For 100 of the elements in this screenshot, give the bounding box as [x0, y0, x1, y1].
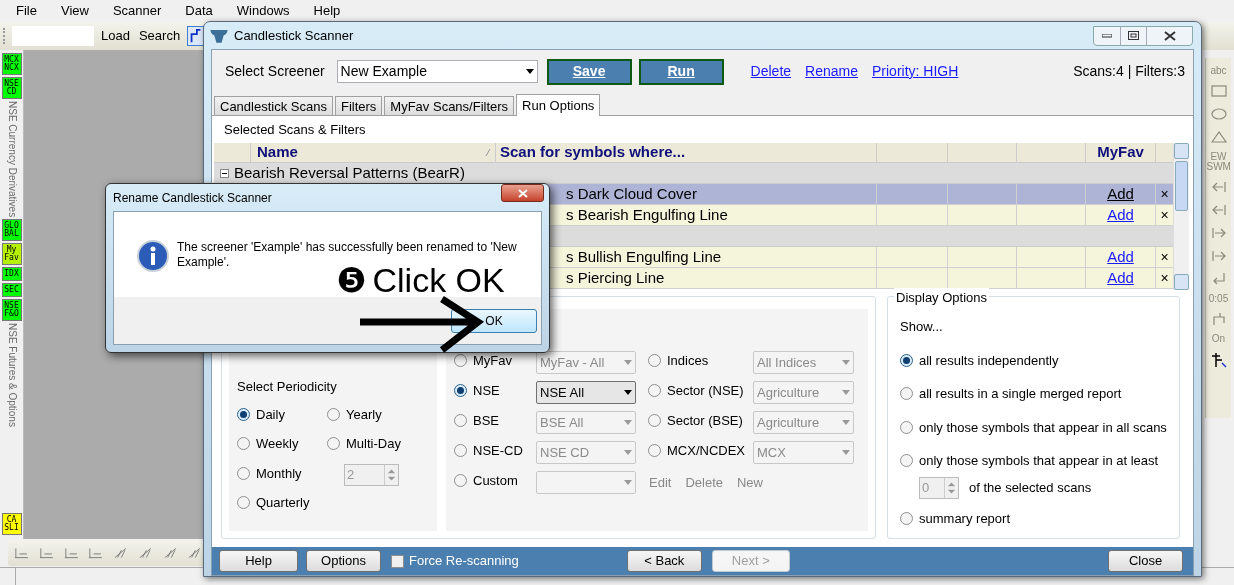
chart-tool-icon[interactable]: [113, 546, 128, 560]
radio-option[interactable]: Yearly: [327, 404, 382, 424]
sort-icon[interactable]: [485, 148, 491, 157]
chart-tool-icon[interactable]: [187, 546, 202, 560]
tab[interactable]: Run Options: [516, 94, 601, 116]
arrow-right-icon[interactable]: [1209, 248, 1228, 264]
column-header[interactable]: Name: [251, 143, 496, 162]
radio-option[interactable]: Quarterly: [237, 493, 310, 513]
add-link[interactable]: Add: [1107, 203, 1134, 227]
market-badge[interactable]: My Fav: [1, 243, 22, 266]
radio-option[interactable]: Multi-Day: [327, 434, 401, 454]
action-link[interactable]: Priority: HIGH: [872, 61, 959, 82]
action-link[interactable]: Rename: [805, 61, 858, 82]
collapse-icon[interactable]: [220, 168, 229, 178]
dropdown[interactable]: NSE All: [536, 381, 636, 404]
cursor-icon[interactable]: [1209, 351, 1228, 369]
chart-tool-icon[interactable]: [38, 546, 54, 560]
add-link[interactable]: Add: [1107, 245, 1134, 269]
chart-tool-icon[interactable]: [14, 546, 29, 560]
action-link[interactable]: Delete: [750, 61, 792, 82]
chart-tool-icon[interactable]: [63, 546, 79, 560]
menu-item[interactable]: Windows: [236, 1, 290, 21]
scrollbar[interactable]: [1173, 143, 1189, 290]
group-label: Bearish Reversal Patterns (BearR): [234, 162, 465, 183]
remove-button[interactable]: ×: [1160, 208, 1169, 222]
menu-item[interactable]: Help: [313, 1, 341, 21]
group-row[interactable]: Bearish Reversal Patterns (BearR): [214, 163, 1173, 184]
radio-option[interactable]: Weekly: [237, 434, 299, 454]
remove-button[interactable]: ×: [1160, 187, 1169, 201]
market-badge[interactable]: NSE F&O: [1, 299, 22, 322]
run-button[interactable]: Run: [638, 58, 724, 85]
spinner-label: of the selected scans: [969, 478, 1092, 497]
checkbox[interactable]: Force Re-scanning: [391, 551, 519, 571]
menu-item[interactable]: View: [60, 1, 89, 21]
table-cell-text: s Piercing Line: [566, 267, 665, 288]
toolbar-button[interactable]: Load: [99, 26, 132, 46]
toolbar-grip[interactable]: [3, 28, 7, 44]
table-cell-text: s Bullish Engulfing Line: [566, 246, 722, 267]
arrow-right-icon[interactable]: [1209, 225, 1228, 241]
radio-option[interactable]: Monthly: [237, 463, 302, 483]
radio-option[interactable]: NSE: [454, 381, 536, 401]
market-badge[interactable]: MCX NCX: [1, 53, 22, 75]
remove-button[interactable]: ×: [1160, 271, 1169, 285]
close-button[interactable]: Close: [1108, 550, 1183, 572]
add-link[interactable]: Add: [1107, 266, 1134, 290]
screener-label: Select Screener: [225, 62, 325, 81]
rectangle-icon[interactable]: [1209, 83, 1228, 99]
tab[interactable]: Filters: [334, 96, 383, 115]
help-button[interactable]: Help: [219, 550, 298, 572]
caret-icon[interactable]: [624, 390, 632, 395]
minimize-icon[interactable]: [1102, 33, 1112, 38]
menu-item[interactable]: File: [16, 1, 37, 21]
ellipse-icon[interactable]: [1209, 106, 1228, 122]
group-title: Display Options: [894, 288, 990, 308]
radio-option[interactable]: summary report: [900, 508, 1011, 528]
save-button[interactable]: Save: [546, 58, 632, 85]
restore-icon[interactable]: [1128, 31, 1139, 40]
market-badge[interactable]: CA SLI: [1, 513, 22, 535]
sidebar-tab-label[interactable]: NSE Currency Derivatives: [2, 101, 21, 218]
radio-option[interactable]: all results in a single merged report: [900, 384, 1122, 404]
section-title: Selected Scans & Filters: [224, 120, 366, 139]
window-title: Candlestick Scanner: [234, 26, 354, 45]
chart-tool-icon[interactable]: [137, 546, 153, 560]
table-cell-text: s Bearish Engulfing Line: [566, 204, 728, 225]
tab[interactable]: Candlestick Scans: [214, 96, 333, 115]
display-subtitle: Show...: [900, 318, 944, 336]
scan-summary: Scans:4 | Filters:3: [1073, 62, 1185, 81]
add-link[interactable]: Add: [1107, 182, 1134, 206]
search-field[interactable]: [12, 26, 94, 46]
remove-button[interactable]: ×: [1160, 250, 1169, 264]
info-icon: [137, 240, 169, 272]
column-header[interactable]: MyFav: [1086, 143, 1156, 162]
menu-item[interactable]: Data: [185, 1, 213, 21]
radio-option[interactable]: Daily: [237, 404, 285, 424]
chart-tool-icon[interactable]: [162, 546, 178, 560]
toolbar-button[interactable]: Search: [136, 26, 183, 46]
table-cell-text: s Dark Cloud Cover: [566, 183, 697, 204]
market-badge[interactable]: SEC: [1, 283, 22, 298]
tab[interactable]: MyFav Scans/Filters: [384, 96, 515, 115]
radio-option[interactable]: only those symbols that appear in all scans: [900, 417, 1167, 437]
back-button[interactable]: < Back: [626, 550, 702, 572]
options-button[interactable]: Options: [306, 550, 381, 572]
spin-arrows-icon[interactable]: [944, 477, 958, 498]
column-header[interactable]: Scan for symbols where...: [496, 143, 877, 162]
spin-arrows-icon[interactable]: [384, 464, 398, 485]
sidebar-tab-label[interactable]: NSE Futures & Options: [2, 323, 21, 428]
close-icon[interactable]: [1163, 30, 1176, 41]
chart-tool-icon[interactable]: [88, 546, 103, 560]
screener-dropdown[interactable]: New Example: [336, 60, 538, 83]
market-badge[interactable]: GLO BAL: [1, 219, 22, 242]
market-badge[interactable]: IDX: [1, 267, 22, 282]
market-badge[interactable]: NSE CD: [1, 77, 22, 99]
scanner-tool-icon[interactable]: [187, 26, 206, 46]
menu-item[interactable]: Scanner: [112, 1, 162, 21]
radio-option[interactable]: only those symbols that appear in at least: [900, 451, 1159, 471]
caret-icon[interactable]: [525, 69, 534, 74]
close-button[interactable]: [501, 184, 544, 202]
radio-option[interactable]: all results independently: [900, 350, 1059, 370]
triangle-icon[interactable]: [1209, 129, 1228, 145]
periodicity-title: Select Periodicity: [237, 378, 338, 396]
